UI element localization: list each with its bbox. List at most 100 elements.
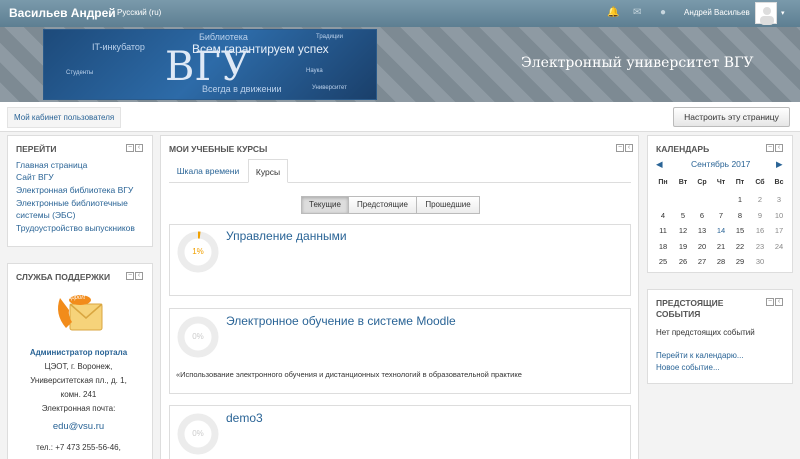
calendar-day[interactable]: 20	[694, 242, 710, 251]
collapse-icon[interactable]: −	[126, 144, 134, 152]
banner-word: Студенты	[66, 70, 94, 76]
dock-icon[interactable]: ‹	[135, 272, 143, 280]
top-navbar: Васильев Андрей Русский (ru) 🔔 ✉ ● Андре…	[0, 0, 800, 27]
progress-label: 0%	[192, 332, 204, 341]
message-icon[interactable]: ✉	[633, 7, 641, 18]
calendar-prev-icon[interactable]: ◀	[656, 159, 663, 170]
calendar-day[interactable]: 28	[713, 257, 729, 266]
calendar-weekday: Чт	[716, 179, 726, 186]
filter-upcoming-button[interactable]: Предстоящие	[348, 196, 417, 214]
collapse-icon[interactable]: −	[766, 298, 774, 306]
dock-icon[interactable]: ‹	[775, 144, 783, 152]
calendar-weekday: Вт	[678, 179, 688, 186]
calendar-day[interactable]: 9	[752, 211, 768, 220]
calendar-day[interactable]: 7	[713, 211, 729, 220]
page-header: IT-инкубатор Библиотека Всем гарантируем…	[0, 27, 800, 102]
nav-link-employment[interactable]: Трудоустройство выпускников	[16, 223, 135, 233]
course-card: 0% Электронное обучение в системе Moodle…	[169, 308, 631, 394]
vsu-banner: IT-инкубатор Библиотека Всем гарантируем…	[43, 29, 377, 100]
calendar-day[interactable]: 14	[713, 226, 729, 235]
calendar-day[interactable]: 4	[655, 211, 671, 220]
calendar-day[interactable]: 30	[752, 257, 768, 266]
my-courses-title: МОИ УЧЕБНЫЕ КУРСЫ	[169, 144, 268, 154]
calendar-weekday: Сб	[755, 179, 765, 186]
block-controls: − ‹	[765, 144, 783, 152]
course-title-link[interactable]: Электронное обучение в системе Moodle	[226, 314, 456, 328]
banner-word: Университет	[312, 85, 347, 91]
calendar-day[interactable]: 3	[771, 195, 787, 204]
dock-icon[interactable]: ‹	[135, 144, 143, 152]
events-title-2: СОБЫТИЯ	[656, 309, 701, 319]
calendar-day[interactable]: 26	[675, 257, 691, 266]
calendar-day[interactable]: 24	[771, 242, 787, 251]
banner-word: IT-инкубатор	[92, 42, 145, 52]
calendar-day[interactable]: 13	[694, 226, 710, 235]
calendar-day[interactable]: 10	[771, 211, 787, 220]
support-address-3: комн. 241	[60, 390, 97, 399]
filter-past-button[interactable]: Прошедшие	[416, 196, 480, 214]
calendar-weekday: Ср	[697, 179, 707, 186]
calendar-day[interactable]: 21	[713, 242, 729, 251]
calendar-month-link[interactable]: Сентябрь 2017	[691, 159, 750, 169]
nav-link-ebs[interactable]: Электронные библиотечные	[16, 198, 128, 208]
collapse-icon[interactable]: −	[616, 144, 624, 152]
customize-page-button[interactable]: Настроить эту страницу	[673, 107, 790, 127]
calendar-day[interactable]: 25	[655, 257, 671, 266]
calendar-weekday: Пн	[658, 179, 668, 186]
block-controls: − ‹	[125, 144, 143, 152]
support-email-link[interactable]: edu@vsu.ru	[7, 421, 150, 432]
tab-courses[interactable]: Курсы	[248, 159, 288, 183]
bell-icon[interactable]: 🔔	[607, 7, 619, 18]
chevron-down-icon[interactable]: ▾	[781, 9, 785, 17]
calendar-day[interactable]: 1	[732, 195, 748, 204]
course-title-link[interactable]: demo3	[226, 411, 263, 425]
calendar-day[interactable]: 5	[675, 211, 691, 220]
calendar-day[interactable]: 12	[675, 226, 691, 235]
calendar-day[interactable]: 18	[655, 242, 671, 251]
nav-block-title: ПЕРЕЙТИ	[16, 144, 57, 154]
site-brand-link[interactable]: Васильев Андрей	[9, 6, 116, 20]
calendar-day[interactable]: 27	[694, 257, 710, 266]
language-menu[interactable]: Русский (ru)	[117, 8, 161, 17]
dock-icon[interactable]: ‹	[775, 298, 783, 306]
block-controls: − ‹	[765, 298, 783, 306]
tab-timeline[interactable]: Шкала времени	[169, 159, 247, 183]
calendar-block: КАЛЕНДАРЬ − ‹	[647, 135, 793, 273]
collapse-icon[interactable]: −	[126, 272, 134, 280]
calendar-day[interactable]: 23	[752, 242, 768, 251]
course-description: «Использование электронного обучения и д…	[176, 370, 522, 379]
user-icon[interactable]: ●	[660, 7, 666, 18]
calendar-day[interactable]: 15	[732, 226, 748, 235]
filter-current-button[interactable]: Текущие	[301, 196, 349, 214]
course-title-link[interactable]: Управление данными	[226, 229, 347, 243]
nav-link-library[interactable]: Электронная библиотека ВГУ	[16, 185, 133, 195]
new-event-link[interactable]: Новое событие...	[656, 363, 720, 372]
calendar-day[interactable]: 8	[732, 211, 748, 220]
breadcrumb[interactable]: Мой кабинет пользователя	[7, 107, 122, 128]
nav-link-vsu-site[interactable]: Сайт ВГУ	[16, 172, 54, 182]
progress-label: 0%	[192, 429, 204, 438]
calendar-day[interactable]: 11	[655, 226, 671, 235]
avatar[interactable]	[755, 2, 777, 25]
calendar-title: КАЛЕНДАРЬ	[656, 144, 710, 154]
calendar-day[interactable]: 16	[752, 226, 768, 235]
calendar-day[interactable]: 17	[771, 226, 787, 235]
progress-ring: 1%	[176, 230, 220, 274]
calendar-next-icon[interactable]: ▶	[776, 159, 783, 170]
calendar-day[interactable]: 2	[752, 195, 768, 204]
calendar-day[interactable]: 6	[694, 211, 710, 220]
banner-word: Наука	[306, 68, 323, 74]
user-name[interactable]: Андрей Васильев	[684, 8, 750, 17]
collapse-icon[interactable]: −	[766, 144, 774, 152]
nav-link-ebs-2[interactable]: системы (ЭБС)	[16, 210, 75, 220]
calendar-day[interactable]: 29	[732, 257, 748, 266]
course-card: 0% demo3	[169, 405, 631, 459]
calendar-day[interactable]: 19	[675, 242, 691, 251]
calendar-day[interactable]: 22	[732, 242, 748, 251]
dock-icon[interactable]: ‹	[625, 144, 633, 152]
support-logo-text: Support	[64, 295, 86, 301]
banner-word: Всегда в движении	[202, 84, 282, 94]
nav-link-home[interactable]: Главная страница	[16, 160, 87, 170]
goto-calendar-link[interactable]: Перейти к календарю...	[656, 351, 744, 360]
progress-label: 1%	[192, 247, 204, 256]
